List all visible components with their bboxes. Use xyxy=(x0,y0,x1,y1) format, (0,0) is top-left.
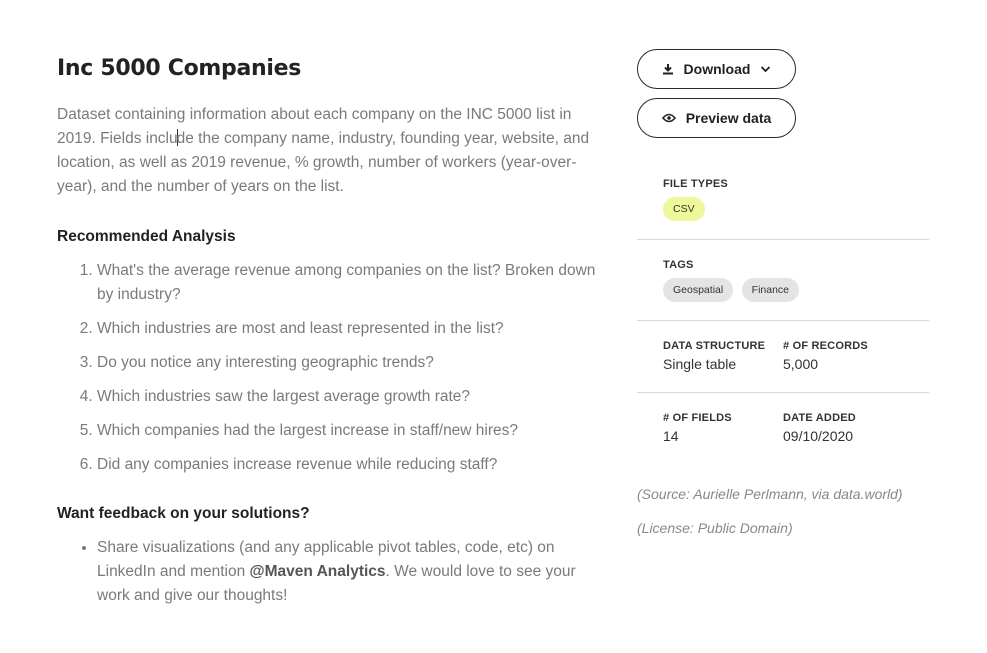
eye-icon xyxy=(661,113,676,123)
analysis-list: What's the average revenue among compani… xyxy=(57,259,602,477)
list-item: What's the average revenue among compani… xyxy=(97,259,602,307)
source-note: (Source: Aurielle Perlmann, via data.wor… xyxy=(637,486,903,502)
preview-label: Preview data xyxy=(685,110,772,126)
records-label: # OF RECORDS xyxy=(783,340,868,352)
list-item: Which industries are most and least repr… xyxy=(97,317,602,341)
tag-chip-finance[interactable]: Finance xyxy=(741,278,800,302)
license-note: (License: Public Domain) xyxy=(637,520,793,536)
list-item: Share visualizations (and any applicable… xyxy=(97,536,602,608)
file-types-label: FILE TYPES xyxy=(663,178,728,190)
download-label: Download xyxy=(683,61,751,77)
date-added-value: 09/10/2020 xyxy=(783,428,854,444)
dataset-sidebar: Download Preview data FILE TYPES CSV TAG… xyxy=(637,49,929,536)
data-structure-value: Single table xyxy=(663,356,737,372)
fields-label: # OF FIELDS xyxy=(663,412,732,424)
page-title: Inc 5000 Companies xyxy=(57,56,302,81)
recommended-analysis-heading: Recommended Analysis xyxy=(57,228,236,245)
list-item: Do you notice any interesting geographic… xyxy=(97,351,602,375)
structure-section: DATA STRUCTURE Single table # OF RECORDS… xyxy=(637,321,929,392)
dataset-main: Inc 5000 Companies Dataset containing in… xyxy=(57,52,602,608)
tags-label: TAGS xyxy=(663,259,694,271)
feedback-heading: Want feedback on your solutions? xyxy=(57,505,310,522)
download-icon xyxy=(662,63,674,75)
feedback-list: Share visualizations (and any applicable… xyxy=(57,536,602,608)
tags-section: TAGS Geospatial Finance xyxy=(637,240,929,320)
file-types-section: FILE TYPES CSV xyxy=(637,178,929,239)
records-value: 5,000 xyxy=(783,356,819,372)
fields-section: # OF FIELDS 14 DATE ADDED 09/10/2020 xyxy=(637,393,929,444)
preview-data-button[interactable]: Preview data xyxy=(637,98,796,138)
dataset-description: Dataset containing information about eac… xyxy=(57,103,602,199)
download-button[interactable]: Download xyxy=(637,49,796,89)
maven-mention: @Maven Analytics xyxy=(249,563,386,580)
tag-chip-geospatial[interactable]: Geospatial xyxy=(663,278,734,302)
list-item: Which industries saw the largest average… xyxy=(97,385,602,409)
data-structure-label: DATA STRUCTURE xyxy=(663,340,766,352)
list-item: Which companies had the largest increase… xyxy=(97,419,602,443)
date-added-label: DATE ADDED xyxy=(783,412,856,424)
list-item: Did any companies increase revenue while… xyxy=(97,453,602,477)
chevron-down-icon xyxy=(760,65,771,73)
file-type-chip: CSV xyxy=(663,197,705,221)
fields-value: 14 xyxy=(663,428,679,444)
